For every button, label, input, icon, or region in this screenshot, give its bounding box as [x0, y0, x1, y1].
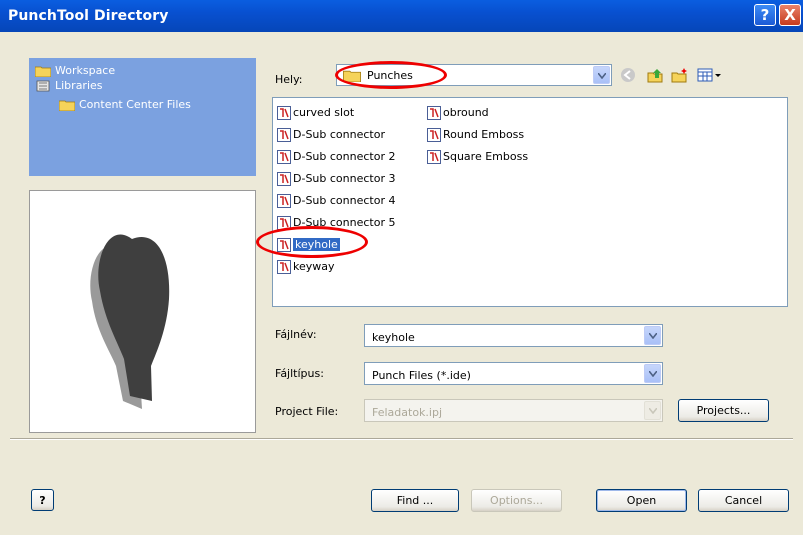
- look-in-combo[interactable]: Punches: [336, 64, 612, 86]
- punch-file-icon: [277, 128, 291, 142]
- tree-item-label: Libraries: [55, 79, 103, 92]
- help-icon: ?: [39, 494, 46, 507]
- filename-combo[interactable]: keyhole: [364, 324, 663, 347]
- options-button: Options...: [471, 489, 562, 512]
- separator: [10, 438, 793, 440]
- filename-value: keyhole: [372, 331, 415, 344]
- punch-file-icon: [277, 172, 291, 186]
- file-name: Round Emboss: [443, 128, 525, 141]
- file-name: keyhole: [293, 238, 340, 251]
- cancel-button[interactable]: Cancel: [698, 489, 789, 512]
- folder-icon: [343, 70, 361, 82]
- punch-file-icon: [277, 194, 291, 208]
- file-name: D-Sub connector: [293, 128, 385, 141]
- project-file-combo: Feladatok.ipj: [364, 399, 663, 422]
- chevron-down-icon: [649, 333, 657, 339]
- keyhole-preview-image: [90, 234, 170, 409]
- punch-file-icon: [277, 260, 291, 274]
- file-name: curved slot: [293, 106, 355, 119]
- list-item[interactable]: D-Sub connector: [277, 126, 385, 143]
- title-bar: PunchTool Directory ? X: [0, 0, 803, 32]
- list-item[interactable]: D-Sub connector 4: [277, 192, 395, 209]
- help-icon: ?: [760, 6, 770, 24]
- punch-file-icon: [277, 238, 291, 252]
- list-item[interactable]: D-Sub connector 2: [277, 148, 395, 165]
- tree-item-content-center[interactable]: Content Center Files: [59, 98, 191, 111]
- file-list[interactable]: curved slot D-Sub connector D-Sub connec…: [272, 97, 788, 307]
- list-item[interactable]: obround: [427, 104, 489, 121]
- filename-label: Fájlnév:: [275, 328, 317, 341]
- punch-file-icon: [277, 106, 291, 120]
- list-item[interactable]: Round Emboss: [427, 126, 524, 143]
- tree-item-libraries[interactable]: Libraries: [35, 79, 103, 92]
- folder-icon: [59, 100, 75, 111]
- file-name: Square Emboss: [443, 150, 529, 163]
- list-item-selected[interactable]: keyhole: [277, 236, 340, 253]
- title-close-button[interactable]: X: [779, 4, 801, 26]
- filetype-value: Punch Files (*.ide): [372, 369, 471, 382]
- punch-file-icon: [277, 150, 291, 164]
- project-file-value: Feladatok.ipj: [372, 406, 443, 419]
- look-in-value: Punches: [367, 69, 413, 82]
- file-name: D-Sub connector 4: [293, 194, 396, 207]
- up-folder-icon[interactable]: [647, 67, 663, 83]
- project-file-label: Project File:: [275, 405, 339, 418]
- chevron-down-icon: [649, 408, 657, 414]
- tree-item-label: Content Center Files: [79, 98, 191, 111]
- preview-pane: [29, 190, 256, 433]
- punch-file-icon: [277, 216, 291, 230]
- filetype-combo[interactable]: Punch Files (*.ide): [364, 362, 663, 385]
- title-help-button[interactable]: ?: [754, 4, 776, 26]
- file-name: obround: [443, 106, 489, 119]
- file-name: D-Sub connector 3: [293, 172, 396, 185]
- tree-item-workspace[interactable]: Workspace: [35, 64, 115, 77]
- library-tree-panel: Workspace Libraries Content Center Files: [29, 58, 256, 176]
- tree-item-label: Workspace: [55, 64, 116, 77]
- list-item[interactable]: D-Sub connector 3: [277, 170, 395, 187]
- punch-file-icon: [427, 128, 441, 142]
- view-menu-icon[interactable]: [697, 67, 723, 83]
- back-icon[interactable]: [620, 67, 636, 83]
- punch-file-icon: [427, 106, 441, 120]
- look-in-dropdown-button[interactable]: [593, 66, 610, 84]
- filetype-label: Fájltípus:: [275, 367, 324, 380]
- close-icon: X: [784, 6, 796, 24]
- list-item[interactable]: D-Sub connector 5: [277, 214, 395, 231]
- help-button[interactable]: ?: [31, 489, 54, 511]
- filetype-dropdown-button[interactable]: [644, 364, 661, 383]
- libraries-icon: [36, 80, 50, 92]
- list-item[interactable]: curved slot: [277, 104, 354, 121]
- folder-icon: [35, 66, 51, 77]
- list-item[interactable]: Square Emboss: [427, 148, 528, 165]
- projects-button[interactable]: Projects...: [678, 399, 769, 422]
- window-title: PunchTool Directory: [8, 8, 169, 24]
- open-button[interactable]: Open: [596, 489, 687, 512]
- look-in-label: Hely:: [275, 73, 303, 86]
- filename-dropdown-button[interactable]: [644, 326, 661, 345]
- file-name: D-Sub connector 2: [293, 150, 396, 163]
- chevron-down-icon: [649, 371, 657, 377]
- project-dropdown-button: [644, 401, 661, 420]
- punch-file-icon: [427, 150, 441, 164]
- list-item[interactable]: keyway: [277, 258, 335, 275]
- find-button[interactable]: Find ...: [371, 489, 459, 512]
- chevron-down-icon: [598, 73, 606, 79]
- new-folder-icon[interactable]: [671, 67, 689, 83]
- file-name: keyway: [293, 260, 335, 273]
- file-name: D-Sub connector 5: [293, 216, 396, 229]
